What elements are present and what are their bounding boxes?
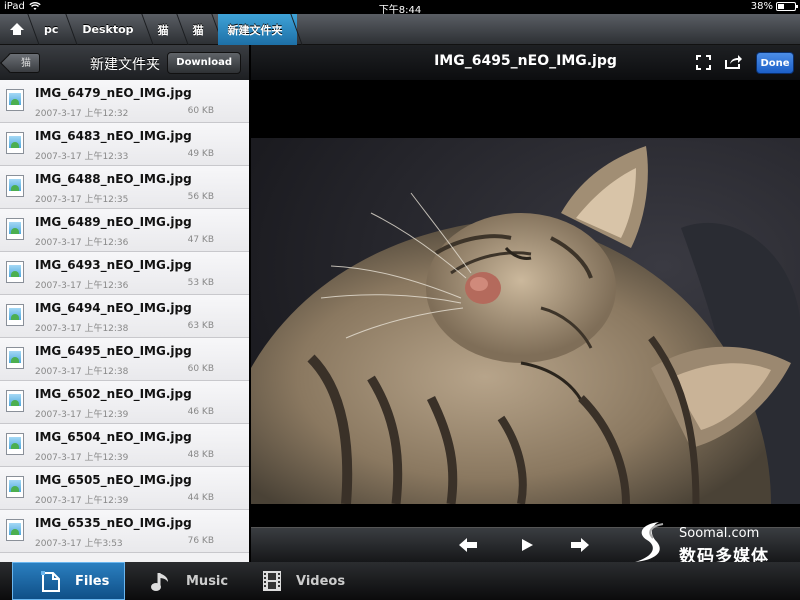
tab-music-label: Music	[186, 573, 229, 589]
tab-bar: Files Music Videos	[0, 562, 800, 600]
file-size: 63 KB	[187, 321, 214, 331]
previous-arrow-icon[interactable]	[457, 536, 479, 554]
battery-icon	[776, 2, 798, 11]
breadcrumb-item-pc[interactable]: pc	[34, 14, 72, 45]
file-size: 47 KB	[187, 235, 214, 245]
file-date: 2007-3-17 上午12:39	[35, 453, 129, 463]
download-button[interactable]: Download	[167, 52, 241, 74]
files-icon	[41, 571, 60, 592]
file-name: IMG_6502_nEO_IMG.jpg	[35, 387, 192, 401]
viewer-controls: Soomal.com 数码多媒体	[251, 522, 800, 567]
image-file-icon	[6, 175, 24, 197]
file-size: 56 KB	[187, 192, 214, 202]
image-file-icon	[6, 132, 24, 154]
cat-photo	[251, 138, 800, 504]
file-row[interactable]: IMG_6505_nEO_IMG.jpg 2007-3-17 上午12:39 44 …	[0, 467, 249, 510]
file-name: IMG_6495_nEO_IMG.jpg	[35, 344, 192, 358]
file-name: IMG_6483_nEO_IMG.jpg	[35, 129, 192, 143]
file-list[interactable]: IMG_6479_nEO_IMG.jpg 2007-3-17 上午12:32 60 …	[0, 80, 250, 562]
file-date: 2007-3-17 上午12:38	[35, 367, 129, 377]
image-file-icon	[6, 347, 24, 369]
file-date: 2007-3-17 上午12:38	[35, 324, 129, 334]
tab-files[interactable]: Files	[12, 562, 125, 600]
breadcrumb-item-desktop[interactable]: Desktop	[72, 14, 147, 45]
file-date: 2007-3-17 上午12:39	[35, 410, 129, 420]
file-size: 60 KB	[187, 106, 214, 116]
file-size: 46 KB	[187, 407, 214, 417]
file-row[interactable]: IMG_6535_nEO_IMG.jpg 2007-3-17 上午3:53 76 K…	[0, 510, 249, 553]
breadcrumb-item-cat-1[interactable]: 猫	[148, 14, 183, 45]
music-note-icon	[151, 573, 168, 591]
tab-music[interactable]: Music	[150, 562, 250, 600]
image-file-icon	[6, 304, 24, 326]
viewer-header: IMG_6495_nEO_IMG.jpg Done	[251, 45, 800, 80]
watermark-brand: Soomal.com	[679, 526, 760, 541]
file-row[interactable]: IMG_6483_nEO_IMG.jpg 2007-3-17 上午12:33 49 …	[0, 123, 249, 166]
file-size: 60 KB	[187, 364, 214, 374]
file-size: 53 KB	[187, 278, 214, 288]
file-date: 2007-3-17 上午12:33	[35, 152, 129, 162]
file-row[interactable]: IMG_6479_nEO_IMG.jpg 2007-3-17 上午12:32 60 …	[0, 80, 249, 123]
file-name: IMG_6505_nEO_IMG.jpg	[35, 473, 192, 487]
photo-viewer[interactable]	[251, 80, 800, 527]
file-name: IMG_6493_nEO_IMG.jpg	[35, 258, 192, 272]
sidebar-header: 新建文件夹 猫 Download	[0, 45, 250, 80]
image-file-icon	[6, 433, 24, 455]
image-file-icon	[6, 476, 24, 498]
file-row[interactable]: IMG_6502_nEO_IMG.jpg 2007-3-17 上午12:39 46 …	[0, 381, 249, 424]
file-row[interactable]: IMG_6488_nEO_IMG.jpg 2007-3-17 上午12:35 56 …	[0, 166, 249, 209]
file-size: 49 KB	[187, 149, 214, 159]
next-arrow-icon[interactable]	[569, 536, 591, 554]
file-date: 2007-3-17 上午3:53	[35, 539, 123, 549]
file-date: 2007-3-17 上午12:36	[35, 281, 129, 291]
file-row[interactable]: IMG_6494_nEO_IMG.jpg 2007-3-17 上午12:38 63 …	[0, 295, 249, 338]
file-name: IMG_6489_nEO_IMG.jpg	[35, 215, 192, 229]
file-row[interactable]: IMG_6493_nEO_IMG.jpg 2007-3-17 上午12:36 53 …	[0, 252, 249, 295]
fullscreen-icon[interactable]	[696, 55, 711, 70]
image-file-icon	[6, 390, 24, 412]
image-title: IMG_6495_nEO_IMG.jpg	[434, 53, 617, 69]
tab-videos-label: Videos	[296, 573, 346, 589]
file-row[interactable]: IMG_6504_nEO_IMG.jpg 2007-3-17 上午12:39 48 …	[0, 424, 249, 467]
play-icon[interactable]	[516, 536, 538, 554]
breadcrumb-home[interactable]	[0, 14, 34, 45]
file-name: IMG_6494_nEO_IMG.jpg	[35, 301, 192, 315]
file-size: 76 KB	[187, 536, 214, 546]
file-name: IMG_6535_nEO_IMG.jpg	[35, 516, 192, 530]
status-bar: iPad 下午8:44 38%	[0, 0, 800, 16]
breadcrumb-item-current[interactable]: 新建文件夹	[217, 14, 297, 45]
back-button[interactable]: 猫	[8, 53, 40, 73]
file-date: 2007-3-17 上午12:39	[35, 496, 129, 506]
image-file-icon	[6, 89, 24, 111]
image-file-icon	[6, 218, 24, 240]
file-date: 2007-3-17 上午12:36	[35, 238, 129, 248]
watermark: Soomal.com 数码多媒体	[629, 520, 799, 567]
file-name: IMG_6488_nEO_IMG.jpg	[35, 172, 192, 186]
battery-fill	[778, 4, 785, 9]
file-row[interactable]: IMG_6495_nEO_IMG.jpg 2007-3-17 上午12:38 60 …	[0, 338, 249, 381]
share-icon[interactable]	[724, 54, 743, 70]
breadcrumb-item-cat-2[interactable]: 猫	[183, 14, 218, 45]
image-file-icon	[6, 519, 24, 541]
file-date: 2007-3-17 上午12:32	[35, 109, 129, 119]
tab-videos[interactable]: Videos	[260, 562, 370, 600]
tab-files-label: Files	[75, 573, 110, 589]
watermark-logo	[635, 522, 664, 562]
file-row[interactable]: IMG_6489_nEO_IMG.jpg 2007-3-17 上午12:36 47 …	[0, 209, 249, 252]
file-name: IMG_6504_nEO_IMG.jpg	[35, 430, 192, 444]
file-size: 44 KB	[187, 493, 214, 503]
battery-percent: 38%	[750, 1, 773, 12]
image-file-icon	[6, 261, 24, 283]
film-icon	[263, 571, 281, 591]
home-icon	[10, 23, 24, 36]
file-size: 48 KB	[187, 450, 214, 460]
breadcrumb: pc Desktop 猫 猫 新建文件夹	[0, 14, 800, 45]
done-button[interactable]: Done	[756, 52, 794, 74]
file-name: IMG_6479_nEO_IMG.jpg	[35, 86, 192, 100]
file-date: 2007-3-17 上午12:35	[35, 195, 129, 205]
